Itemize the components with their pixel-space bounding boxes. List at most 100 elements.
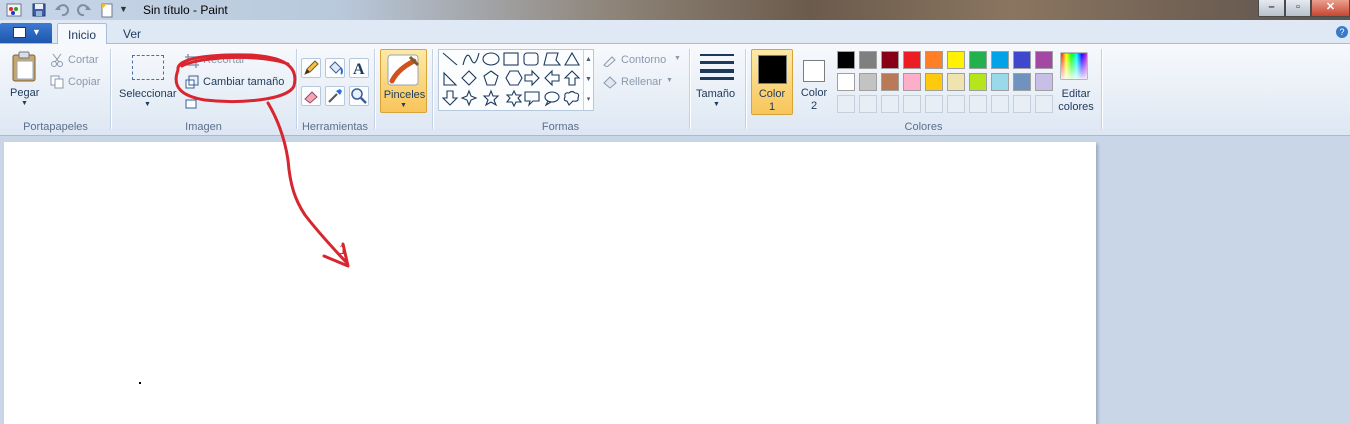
- custom-color-slot[interactable]: [925, 95, 943, 113]
- brushes-button[interactable]: Pinceles ▼: [380, 49, 427, 113]
- arrow-right-shape-icon: [524, 69, 540, 87]
- customize-toolbar-icon[interactable]: ▼: [119, 4, 135, 20]
- custom-color-slot[interactable]: [859, 95, 877, 113]
- color-picker-tool-button[interactable]: [325, 86, 345, 106]
- right-triangle-shape-icon: [443, 71, 458, 86]
- outline-chevron-icon[interactable]: ▼: [674, 55, 681, 62]
- edit-colors-label[interactable]: Editar: [1062, 88, 1091, 100]
- color-swatch[interactable]: [991, 73, 1009, 91]
- fill-icon: [329, 61, 343, 75]
- color-swatch[interactable]: [1035, 51, 1053, 69]
- color-swatch[interactable]: [837, 51, 855, 69]
- shapes-scroll[interactable]: ▲ ▼ ▾: [583, 50, 593, 110]
- color2-label: Color: [800, 87, 828, 99]
- divider: [745, 49, 746, 129]
- chevron-down-icon: ▼: [32, 27, 41, 37]
- magnifier-icon: [351, 88, 367, 104]
- size-button[interactable]: Tamaño: [696, 88, 735, 100]
- color-swatch[interactable]: [991, 51, 1009, 69]
- scissors-icon: [50, 53, 64, 70]
- close-button[interactable]: ✕: [1311, 0, 1350, 17]
- custom-color-slot[interactable]: [1013, 95, 1031, 113]
- save-icon[interactable]: [31, 2, 47, 18]
- paint-menu-button[interactable]: ▼: [0, 23, 52, 43]
- rotate-icon[interactable]: [185, 97, 199, 112]
- tab-ver[interactable]: Ver: [113, 23, 151, 45]
- star4-shape-icon: [460, 89, 478, 107]
- rectangle-shape-icon: [503, 52, 519, 66]
- select-chevron-icon[interactable]: ▼: [144, 101, 151, 108]
- callout-oval-shape-icon: [544, 91, 560, 107]
- redo-icon[interactable]: [76, 2, 92, 18]
- custom-color-slot[interactable]: [837, 95, 855, 113]
- size-chevron-icon[interactable]: ▼: [713, 101, 720, 108]
- new-document-icon[interactable]: [99, 2, 115, 18]
- triangle-shape-icon: [564, 51, 580, 66]
- color-swatch[interactable]: [881, 73, 899, 91]
- resize-button[interactable]: Cambiar tamaño: [203, 76, 284, 88]
- color-swatch[interactable]: [1013, 51, 1031, 69]
- paste-icon[interactable]: [11, 51, 39, 86]
- color-swatch[interactable]: [925, 51, 943, 69]
- custom-color-slot[interactable]: [1035, 95, 1053, 113]
- color-swatch[interactable]: [947, 51, 965, 69]
- outline-button[interactable]: Contorno: [621, 54, 666, 66]
- help-icon[interactable]: ?: [1336, 26, 1348, 38]
- fill-tool-button[interactable]: [325, 58, 345, 78]
- color-swatch[interactable]: [947, 73, 965, 91]
- paint-app-icon[interactable]: [6, 2, 22, 18]
- color-swatch[interactable]: [1035, 73, 1053, 91]
- edit-colors-label-2[interactable]: colores: [1058, 101, 1093, 113]
- pencil-tool-button[interactable]: [301, 58, 321, 78]
- fill-chevron-icon[interactable]: ▼: [666, 77, 673, 84]
- color-swatch[interactable]: [859, 51, 877, 69]
- pencil-icon: [304, 60, 319, 75]
- svg-text:A: A: [353, 61, 365, 77]
- color-swatch[interactable]: [925, 73, 943, 91]
- ribbon-tab-row: ▼ Inicio Ver ?: [0, 20, 1350, 45]
- color-swatch[interactable]: [837, 73, 855, 91]
- custom-color-slot[interactable]: [903, 95, 921, 113]
- fill-shape-button[interactable]: Rellenar: [621, 76, 662, 88]
- magnifier-tool-button[interactable]: [349, 86, 369, 106]
- color-swatch[interactable]: [903, 73, 921, 91]
- size-icon[interactable]: [700, 54, 734, 83]
- select-icon[interactable]: [132, 55, 164, 80]
- custom-color-slot[interactable]: [969, 95, 987, 113]
- crop-button[interactable]: Recortar: [203, 54, 245, 66]
- callout-cloud-shape-icon: [563, 90, 580, 106]
- color-swatch[interactable]: [903, 51, 921, 69]
- undo-icon[interactable]: [54, 2, 70, 18]
- eraser-tool-button[interactable]: [301, 86, 321, 106]
- select-button[interactable]: Seleccionar: [119, 88, 176, 100]
- custom-color-slot[interactable]: [991, 95, 1009, 113]
- color2-number: 2: [810, 100, 818, 112]
- arrow-left-shape-icon: [544, 69, 560, 87]
- color1-button[interactable]: Color 1: [751, 49, 793, 115]
- copy-button[interactable]: Copiar: [68, 76, 100, 88]
- shapes-gallery[interactable]: ▲ ▼ ▾: [438, 49, 594, 111]
- oval-shape-icon: [482, 52, 500, 66]
- drawing-canvas[interactable]: [4, 142, 1096, 424]
- cut-button[interactable]: Cortar: [68, 54, 99, 66]
- fill-shape-icon: [602, 75, 618, 92]
- maximize-button[interactable]: ▫: [1285, 0, 1311, 17]
- tab-inicio[interactable]: Inicio: [57, 23, 107, 45]
- custom-color-slot[interactable]: [881, 95, 899, 113]
- color-swatch[interactable]: [859, 73, 877, 91]
- color1-label: Color: [758, 88, 786, 100]
- text-tool-button[interactable]: A: [349, 58, 369, 78]
- color2-button[interactable]: Color 2: [793, 49, 835, 115]
- callout-rectangle-shape-icon: [524, 91, 540, 107]
- color-swatch[interactable]: [969, 51, 987, 69]
- paste-button[interactable]: Pegar: [10, 87, 39, 99]
- divider: [110, 49, 111, 129]
- minimize-button[interactable]: –: [1258, 0, 1285, 17]
- color-swatch[interactable]: [1013, 73, 1031, 91]
- polygon-shape-icon: [543, 52, 562, 66]
- color-swatch[interactable]: [881, 51, 899, 69]
- color-swatch[interactable]: [969, 73, 987, 91]
- edit-colors-icon[interactable]: [1059, 51, 1089, 84]
- custom-color-slot[interactable]: [947, 95, 965, 113]
- paste-chevron-icon[interactable]: ▼: [21, 100, 28, 107]
